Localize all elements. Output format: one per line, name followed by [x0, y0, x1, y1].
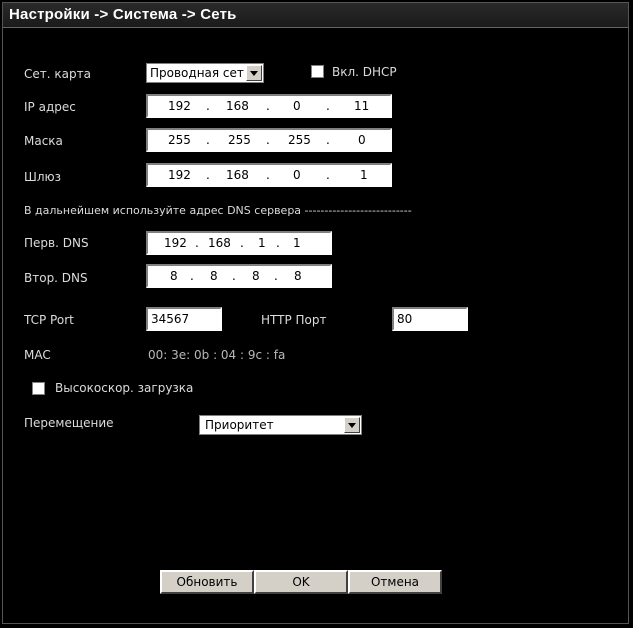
refresh-button[interactable]: Обновить	[160, 570, 254, 594]
secondary-dns-field[interactable]: 8 . 8 . 8 . 8	[146, 264, 332, 288]
gateway-octet-4: 1	[360, 168, 368, 182]
network-settings-window: Настройки -> Система -> Сеть Сет. карта …	[2, 2, 629, 624]
ip-octet-4: 11	[354, 99, 370, 113]
dns1-octet-2: 168	[208, 236, 231, 250]
primary-dns-field[interactable]: 192 . 168 . 1 . 1	[146, 231, 332, 255]
net-card-select[interactable]: Проводная сет	[146, 63, 264, 83]
gateway-octet-2: 168	[226, 168, 249, 182]
subnet-mask-field[interactable]: 255 . 255 . 255 . 0	[146, 128, 392, 152]
dns2-octet-1: 8	[170, 269, 178, 283]
tcp-port-label: TCP Port	[24, 313, 74, 327]
mac-label: MAC	[24, 348, 51, 362]
page-title: Настройки -> Система -> Сеть	[9, 6, 237, 23]
fast-download-checkbox[interactable]	[32, 382, 45, 395]
ip-octet-1: 192	[168, 99, 191, 113]
dns1-octet-3: 1	[258, 236, 266, 250]
net-card-label: Сет. карта	[24, 67, 91, 81]
gateway-label: Шлюз	[24, 170, 61, 184]
dns1-label: Перв. DNS	[24, 236, 89, 250]
gateway-octet-1: 192	[168, 168, 191, 182]
mask-label: Маска	[24, 134, 63, 148]
mask-octet-3: 255	[288, 133, 311, 147]
ip-octet-2: 168	[226, 99, 249, 113]
ip-address-field[interactable]: 192 . 168 . 0 . 11	[146, 94, 392, 118]
dns2-octet-3: 8	[252, 269, 260, 283]
ok-button[interactable]: OK	[254, 570, 348, 594]
title-bar: Настройки -> Система -> Сеть	[3, 3, 628, 28]
ip-label: IP адрес	[24, 100, 76, 114]
transfer-select[interactable]: Приоритет	[199, 415, 362, 435]
dns2-octet-2: 8	[210, 269, 218, 283]
tcp-port-input[interactable]: 34567	[146, 307, 222, 331]
dns1-octet-4: 1	[293, 236, 301, 250]
mask-octet-1: 255	[168, 133, 191, 147]
transfer-value: Приоритет	[205, 418, 274, 432]
transfer-label: Перемещение	[24, 416, 114, 430]
http-port-label: HTTP Порт	[261, 313, 327, 327]
dhcp-label: Вкл. DHCP	[332, 65, 397, 79]
chevron-down-icon[interactable]	[246, 65, 262, 81]
dns-note: В дальнейшем используйте адрес DNS серве…	[24, 204, 412, 217]
dhcp-checkbox[interactable]	[311, 65, 324, 78]
cancel-button[interactable]: Отмена	[348, 570, 442, 594]
net-card-value: Проводная сет	[150, 66, 244, 80]
chevron-down-icon[interactable]	[344, 417, 360, 433]
mask-octet-4: 0	[358, 133, 366, 147]
dns2-octet-4: 8	[294, 269, 302, 283]
gateway-octet-3: 0	[293, 168, 301, 182]
dns1-octet-1: 192	[164, 236, 187, 250]
dns2-label: Втор. DNS	[24, 271, 88, 285]
http-port-input[interactable]: 80	[392, 307, 468, 331]
mac-value: 00: 3e: 0b : 04 : 9c : fa	[148, 348, 286, 362]
mask-octet-2: 255	[228, 133, 251, 147]
fast-download-label: Высокоскор. загрузка	[55, 381, 194, 395]
gateway-field[interactable]: 192 . 168 . 0 . 1	[146, 163, 392, 187]
ip-octet-3: 0	[293, 99, 301, 113]
